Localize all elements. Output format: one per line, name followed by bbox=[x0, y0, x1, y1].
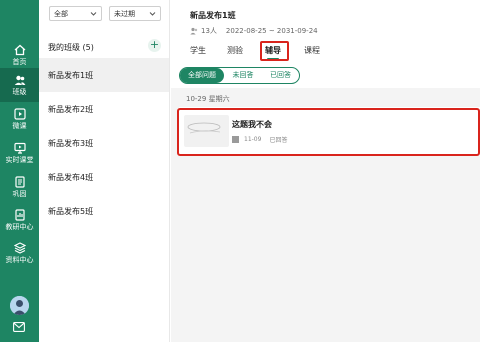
scope-select[interactable]: 全部 bbox=[49, 6, 102, 21]
my-classes-heading: 我的班级 (5) bbox=[48, 43, 94, 52]
date-range: 2022-08-25 ~ 2031-09-24 bbox=[225, 27, 318, 35]
tab-students[interactable]: 学生 bbox=[190, 45, 206, 56]
filter-unanswered[interactable]: 未回答 bbox=[226, 68, 260, 83]
main-content: 新品发布1班 13人 2022-08-25 ~ 2031-09-24 学生 测验… bbox=[171, 0, 480, 342]
rail-item-label: 教研中心 bbox=[5, 222, 34, 231]
avatar[interactable] bbox=[10, 296, 29, 315]
status-select-value: 未过期 bbox=[114, 9, 135, 18]
class-name: 新品发布2班 bbox=[48, 104, 94, 114]
mail-icon[interactable] bbox=[13, 322, 25, 332]
date-group-header: 10-29 星期六 bbox=[186, 95, 230, 103]
rail-item-microlesson[interactable]: 微课 bbox=[0, 102, 39, 136]
filter-answered[interactable]: 已回答 bbox=[263, 68, 298, 83]
tab-quiz[interactable]: 测验 bbox=[227, 45, 243, 56]
filter-all-questions[interactable]: 全部问题 bbox=[180, 68, 224, 83]
tab-highlight-box bbox=[260, 41, 289, 61]
scope-select-value: 全部 bbox=[54, 9, 68, 18]
class-list-item[interactable]: 新品发布5班 bbox=[39, 194, 169, 228]
research-center-icon bbox=[14, 208, 25, 221]
status-select[interactable]: 未过期 bbox=[109, 6, 161, 21]
home-icon bbox=[14, 44, 25, 55]
user-avatar-icon bbox=[10, 296, 29, 315]
card-highlight-box bbox=[177, 108, 480, 156]
live-class-icon bbox=[13, 142, 26, 154]
people-icon bbox=[190, 27, 198, 35]
question-filter-bar: 全部问题 未回答 已回答 bbox=[171, 63, 480, 88]
resource-center-icon bbox=[13, 241, 26, 254]
page-title: 新品发布1班 bbox=[190, 11, 236, 20]
rail-item-label: 巩固 bbox=[12, 189, 27, 198]
rail-item-label: 资料中心 bbox=[5, 255, 34, 264]
class-name: 新品发布4班 bbox=[48, 172, 94, 182]
chevron-down-icon bbox=[90, 12, 97, 16]
question-filter-group: 全部问题 未回答 已回答 bbox=[179, 67, 300, 84]
rail-item-label: 首页 bbox=[12, 57, 27, 66]
class-group-icon bbox=[14, 75, 25, 85]
class-list-item[interactable]: 新品发布4班 bbox=[39, 160, 169, 194]
rail-item-label: 班级 bbox=[12, 87, 27, 96]
rail-item-label: 实时课堂 bbox=[5, 155, 34, 164]
student-count: 13人 bbox=[201, 27, 217, 35]
app-window: 首页 班级 微课 实时课堂 巩固 教研中心 资料中心 全部 未过期 我的班级 (… bbox=[0, 0, 480, 342]
rail-item-class[interactable]: 班级 bbox=[0, 68, 39, 102]
class-list-item[interactable]: 新品发布3班 bbox=[39, 126, 169, 160]
rail-item-label: 微课 bbox=[12, 121, 27, 130]
chevron-down-icon bbox=[149, 12, 156, 16]
class-header: 新品发布1班 13人 2022-08-25 ~ 2031-09-24 学生 测验… bbox=[171, 0, 480, 63]
rail-item-consolidate[interactable]: 巩固 bbox=[0, 170, 39, 204]
class-name: 新品发布5班 bbox=[48, 206, 94, 216]
microlesson-icon bbox=[13, 107, 26, 120]
rail-item-home[interactable]: 首页 bbox=[0, 38, 39, 72]
class-list-item[interactable]: 新品发布2班 bbox=[39, 92, 169, 126]
rail-item-resource-center[interactable]: 资料中心 bbox=[0, 236, 39, 270]
consolidate-icon bbox=[14, 175, 25, 188]
class-list-panel: 全部 未过期 我的班级 (5) + 新品发布1班 新品发布2班 新品发布3班 新… bbox=[39, 0, 170, 342]
add-class-button[interactable]: + bbox=[148, 39, 161, 52]
left-nav-rail: 首页 班级 微课 实时课堂 巩固 教研中心 资料中心 bbox=[0, 0, 39, 342]
class-meta: 13人 2022-08-25 ~ 2031-09-24 bbox=[190, 26, 318, 36]
class-name: 新品发布3班 bbox=[48, 138, 94, 148]
rail-item-live-class[interactable]: 实时课堂 bbox=[0, 136, 39, 170]
rail-item-research-center[interactable]: 教研中心 bbox=[0, 203, 39, 237]
class-name: 新品发布1班 bbox=[48, 70, 94, 80]
tab-courses[interactable]: 课程 bbox=[304, 45, 320, 56]
class-list-item[interactable]: 新品发布1班 bbox=[39, 58, 169, 92]
